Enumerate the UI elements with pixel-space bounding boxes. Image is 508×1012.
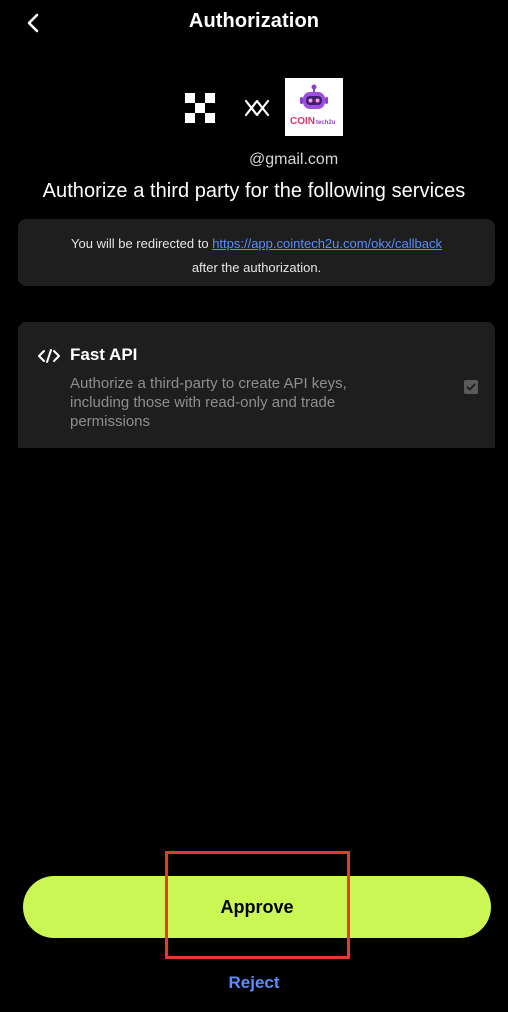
redirect-url-link[interactable]: https://app.cointech2u.com/okx/callback [212,236,442,251]
okx-logo [185,93,215,123]
svg-text:COIN: COIN [290,116,315,127]
redirect-line-1: You will be redirected to https://app.co… [18,232,495,256]
check-icon [466,383,476,391]
service-card-fast-api[interactable]: Fast API Authorize a third-party to crea… [18,322,495,448]
third-party-app-logo: COIN tech2u [285,78,343,136]
header: Authorization [0,0,508,48]
service-name: Fast API [70,345,138,364]
redirect-suffix: after the authorization. [191,260,322,275]
approve-button[interactable]: Approve [23,876,491,938]
page-title: Authorization [188,10,320,32]
svg-text:tech2u: tech2u [316,120,336,126]
authorize-headline: Authorize a third party for the followin… [42,180,466,202]
connection-logos: COIN tech2u [0,78,508,138]
service-checkbox[interactable] [464,380,478,394]
reject-button[interactable]: Reject [0,973,508,993]
redirect-prefix: You will be redirected to [71,236,213,251]
code-icon [38,349,60,363]
account-email: @gmail.com [249,151,339,168]
redirect-notice: You will be redirected to https://app.co… [18,219,495,286]
service-description: Authorize a third-party to create API ke… [70,375,347,430]
link-connect-icon [244,99,270,117]
